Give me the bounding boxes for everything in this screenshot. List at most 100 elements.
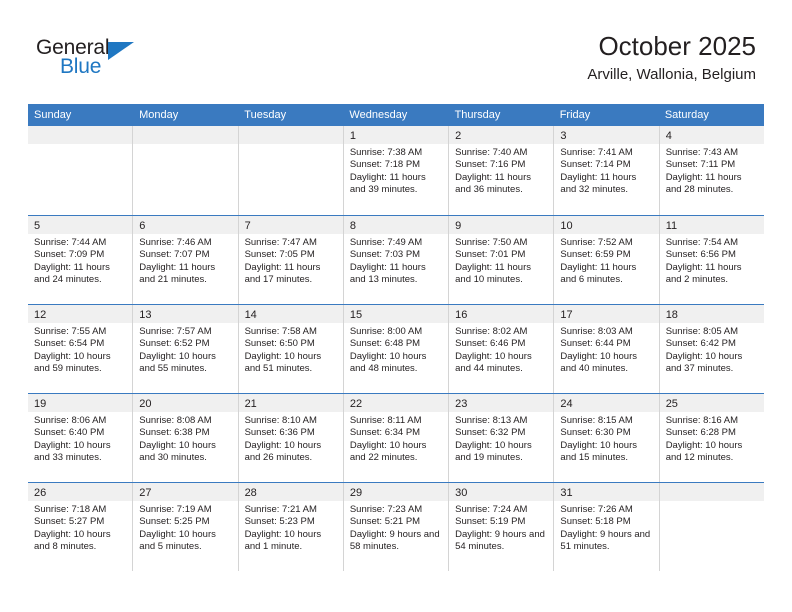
day-number-band: 22 <box>343 394 449 412</box>
calendar-day-cell[interactable]: 9 Sunrise: 7:50 AM Sunset: 7:01 PM Daylight… <box>449 216 555 304</box>
sunset-text: Sunset: 6:52 PM <box>139 338 210 350</box>
day-number-band <box>238 126 343 144</box>
day-number: 4 <box>665 130 672 142</box>
sunset-text: Sunset: 7:01 PM <box>455 249 526 261</box>
page-header: General Blue October 2025 Arville, Wallo… <box>0 0 792 100</box>
day-number-band: 13 <box>133 305 238 323</box>
sunrise-text: Sunrise: 7:24 AM <box>455 504 528 515</box>
calendar-week-row: 12 Sunrise: 7:55 AM Sunset: 6:54 PM Dayligh… <box>28 304 764 393</box>
daylight-text: Daylight: 9 hours and 58 minutes. <box>349 528 440 553</box>
daylight-text: Daylight: 10 hours and 40 minutes. <box>560 350 637 375</box>
sunrise-text: Sunrise: 7:54 AM <box>665 237 739 248</box>
calendar-day-cell[interactable]: 21 Sunrise: 8:10 AM Sunset: 6:36 PM Dayligh… <box>238 394 344 482</box>
day-number-band: 18 <box>659 305 764 323</box>
calendar-week-row: 1 Sunrise: 7:38 AM Sunset: 7:18 PM Daylight… <box>28 126 764 215</box>
calendar-day-cell[interactable]: 29 Sunrise: 7:23 AM Sunset: 5:21 PM Dayligh… <box>343 483 450 571</box>
day-number: 7 <box>244 220 251 232</box>
sunset-text: Sunset: 7:05 PM <box>244 249 315 261</box>
sunrise-text: Sunrise: 7:18 AM <box>34 504 107 515</box>
day-number-band: 24 <box>554 394 659 412</box>
calendar-day-cell[interactable]: 18 Sunrise: 8:05 AM Sunset: 6:42 PM Dayligh… <box>659 305 764 393</box>
sunset-text: Sunset: 7:09 PM <box>34 249 105 261</box>
calendar-day-cell[interactable]: 13 Sunrise: 7:57 AM Sunset: 6:52 PM Dayligh… <box>133 305 239 393</box>
weekday-header-tuesday: Tuesday <box>244 109 287 121</box>
sunset-text: Sunset: 5:19 PM <box>455 516 526 528</box>
day-number-band: 15 <box>343 305 449 323</box>
calendar-day-cell-empty <box>238 126 344 215</box>
calendar-day-cell[interactable]: 8 Sunrise: 7:49 AM Sunset: 7:03 PM Daylight… <box>343 216 450 304</box>
sunrise-text: Sunrise: 7:52 AM <box>560 237 633 248</box>
sunrise-text: Sunrise: 7:50 AM <box>455 237 528 248</box>
day-number: 24 <box>560 398 573 410</box>
calendar-day-cell[interactable]: 31 Sunrise: 7:26 AM Sunset: 5:18 PM Dayligh… <box>554 483 660 571</box>
brand-logo[interactable]: General Blue <box>36 36 156 82</box>
day-number-band: 28 <box>238 483 343 501</box>
sunrise-text: Sunrise: 8:15 AM <box>560 415 633 426</box>
logo-secondary-text: Blue <box>60 55 102 78</box>
day-info: Sunrise: 7:55 AM Sunset: 6:54 PM Daylight:… <box>28 323 132 376</box>
calendar-day-cell[interactable]: 27 Sunrise: 7:19 AM Sunset: 5:25 PM Dayligh… <box>133 483 239 571</box>
calendar-day-cell[interactable]: 24 Sunrise: 8:15 AM Sunset: 6:30 PM Dayligh… <box>554 394 660 482</box>
day-info: Sunrise: 8:10 AM Sunset: 6:36 PM Daylight:… <box>239 412 343 465</box>
daylight-text: Daylight: 11 hours and 21 minutes. <box>139 261 216 286</box>
calendar-day-cell[interactable]: 10 Sunrise: 7:52 AM Sunset: 6:59 PM Dayligh… <box>554 216 660 304</box>
calendar-day-cell[interactable]: 28 Sunrise: 7:21 AM Sunset: 5:23 PM Dayligh… <box>238 483 344 571</box>
calendar-day-cell[interactable]: 16 Sunrise: 8:02 AM Sunset: 6:46 PM Dayligh… <box>449 305 555 393</box>
sunrise-text: Sunrise: 8:16 AM <box>665 415 739 426</box>
calendar-day-cell[interactable]: 20 Sunrise: 8:08 AM Sunset: 6:38 PM Dayligh… <box>133 394 239 482</box>
calendar-day-cell[interactable]: 3 Sunrise: 7:41 AM Sunset: 7:14 PM Daylight… <box>554 126 660 215</box>
calendar-day-cell[interactable]: 1 Sunrise: 7:38 AM Sunset: 7:18 PM Daylight… <box>343 126 450 215</box>
calendar-day-cell[interactable]: 7 Sunrise: 7:47 AM Sunset: 7:05 PM Daylight… <box>238 216 344 304</box>
weekday-header-thursday: Thursday <box>454 109 501 121</box>
day-info: Sunrise: 7:26 AM Sunset: 5:18 PM Daylight:… <box>554 501 658 554</box>
calendar-day-cell[interactable]: 30 Sunrise: 7:24 AM Sunset: 5:19 PM Dayligh… <box>449 483 555 571</box>
daylight-text: Daylight: 10 hours and 48 minutes. <box>349 350 427 375</box>
day-info: Sunrise: 7:40 AM Sunset: 7:16 PM Daylight:… <box>449 144 553 197</box>
calendar-day-cell[interactable]: 5 Sunrise: 7:44 AM Sunset: 7:09 PM Daylight… <box>28 216 134 304</box>
day-number-band: 23 <box>449 394 554 412</box>
calendar-day-cell[interactable]: 4 Sunrise: 7:43 AM Sunset: 7:11 PM Daylight… <box>659 126 764 215</box>
daylight-text: Daylight: 10 hours and 8 minutes. <box>34 528 111 553</box>
sunset-text: Sunset: 6:28 PM <box>665 427 736 439</box>
day-number: 27 <box>139 487 152 499</box>
daylight-text: Daylight: 11 hours and 6 minutes. <box>560 261 637 286</box>
day-info: Sunrise: 8:02 AM Sunset: 6:46 PM Daylight:… <box>449 323 553 376</box>
calendar-day-cell[interactable]: 11 Sunrise: 7:54 AM Sunset: 6:56 PM Dayligh… <box>659 216 764 304</box>
calendar-day-cell[interactable]: 22 Sunrise: 8:11 AM Sunset: 6:34 PM Dayligh… <box>343 394 450 482</box>
calendar-day-cell[interactable]: 12 Sunrise: 7:55 AM Sunset: 6:54 PM Dayligh… <box>28 305 134 393</box>
calendar-day-cell[interactable]: 17 Sunrise: 8:03 AM Sunset: 6:44 PM Dayligh… <box>554 305 660 393</box>
daylight-text: Daylight: 11 hours and 10 minutes. <box>455 261 531 286</box>
sunset-text: Sunset: 6:30 PM <box>560 427 631 439</box>
day-number-band: 3 <box>554 126 659 144</box>
day-info: Sunrise: 7:47 AM Sunset: 7:05 PM Daylight:… <box>239 234 343 287</box>
calendar-day-cell[interactable]: 15 Sunrise: 8:00 AM Sunset: 6:48 PM Dayligh… <box>343 305 450 393</box>
day-info: Sunrise: 7:24 AM Sunset: 5:19 PM Daylight:… <box>449 501 553 554</box>
day-number: 31 <box>560 487 573 499</box>
day-info: Sunrise: 8:15 AM Sunset: 6:30 PM Daylight:… <box>554 412 658 465</box>
calendar-day-cell[interactable]: 6 Sunrise: 7:46 AM Sunset: 7:07 PM Daylight… <box>133 216 239 304</box>
daylight-text: Daylight: 10 hours and 37 minutes. <box>665 350 743 375</box>
day-info: Sunrise: 7:41 AM Sunset: 7:14 PM Daylight:… <box>554 144 658 197</box>
calendar-day-cell[interactable]: 2 Sunrise: 7:40 AM Sunset: 7:16 PM Daylight… <box>449 126 555 215</box>
daylight-text: Daylight: 9 hours and 51 minutes. <box>560 528 651 553</box>
sunset-text: Sunset: 6:50 PM <box>244 338 315 350</box>
day-number: 28 <box>244 487 257 499</box>
sunset-text: Sunset: 6:42 PM <box>665 338 736 350</box>
daylight-text: Daylight: 10 hours and 19 minutes. <box>455 439 532 464</box>
calendar-day-cell[interactable]: 19 Sunrise: 8:06 AM Sunset: 6:40 PM Dayligh… <box>28 394 134 482</box>
calendar-day-cell[interactable]: 14 Sunrise: 7:58 AM Sunset: 6:50 PM Dayligh… <box>238 305 344 393</box>
day-info: Sunrise: 7:46 AM Sunset: 7:07 PM Daylight:… <box>133 234 237 287</box>
calendar-day-cell[interactable]: 23 Sunrise: 8:13 AM Sunset: 6:32 PM Dayligh… <box>449 394 555 482</box>
day-number: 12 <box>34 309 47 321</box>
day-info: Sunrise: 8:08 AM Sunset: 6:38 PM Daylight:… <box>133 412 237 465</box>
calendar-day-cell[interactable]: 26 Sunrise: 7:18 AM Sunset: 5:27 PM Dayligh… <box>28 483 134 571</box>
daylight-text: Daylight: 11 hours and 36 minutes. <box>455 171 531 196</box>
daylight-text: Daylight: 10 hours and 22 minutes. <box>349 439 427 464</box>
daylight-text: Daylight: 11 hours and 2 minutes. <box>665 261 742 286</box>
calendar-day-cell[interactable]: 25 Sunrise: 8:16 AM Sunset: 6:28 PM Dayligh… <box>659 394 764 482</box>
day-number-band <box>133 126 238 144</box>
day-number: 5 <box>34 220 41 232</box>
day-number-band: 12 <box>28 305 133 323</box>
day-info: Sunrise: 8:13 AM Sunset: 6:32 PM Daylight:… <box>449 412 553 465</box>
day-number-band: 4 <box>659 126 764 144</box>
